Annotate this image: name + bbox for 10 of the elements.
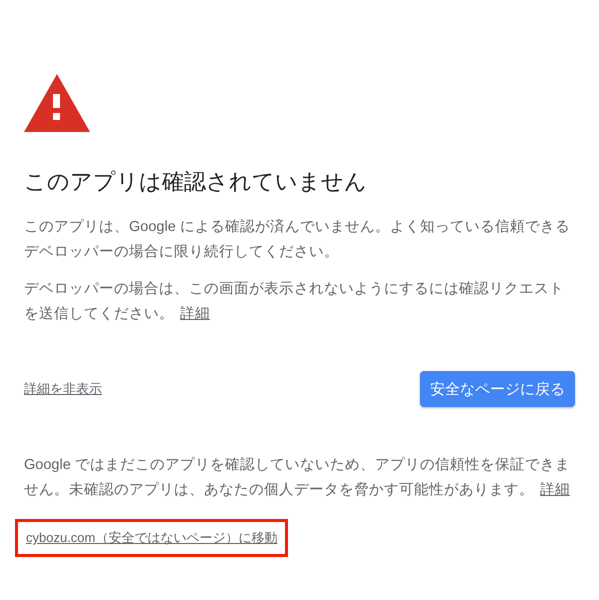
warning-text: Google ではまだこのアプリを確認していないため、アプリの信頼性を保証できません。未確認のアプリは、あなたの個人データを脅かす可能性があります。 詳細 (24, 456, 571, 500)
description-text: デベロッパーの場合は、この画面が表示されないようにするには確認リクエストを送信してください。 詳細 (24, 280, 565, 324)
hide-details-link[interactable]: 詳細を非表示 (24, 380, 102, 398)
details-link[interactable]: 詳細 (540, 482, 570, 498)
page-title: このアプリは確認されていません (24, 168, 368, 196)
description-text: このアプリは、Google による確認が済んでいません。よく知っている信頼できるデベロッパーの場合に限り続行してください。 (24, 218, 571, 262)
warning-icon (24, 74, 90, 132)
back-to-safety-button[interactable]: 安全なページに戻る (420, 371, 575, 407)
proceed-link[interactable]: cybozu.com（安全ではないページ）に移動 (15, 519, 288, 557)
details-link[interactable]: 詳細 (180, 306, 210, 322)
